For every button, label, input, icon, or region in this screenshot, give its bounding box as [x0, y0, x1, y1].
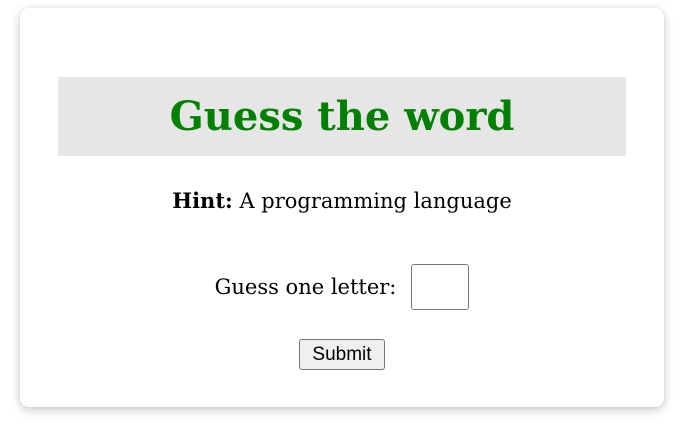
- hint-row: Hint: A programming language: [20, 188, 664, 213]
- hint-label: Hint:: [172, 188, 233, 213]
- page-title: Guess the word: [169, 92, 515, 140]
- submit-button[interactable]: Submit: [299, 339, 385, 370]
- title-banner: Guess the word: [58, 77, 626, 156]
- hint-text: A programming language: [239, 189, 512, 213]
- guess-row: Guess one letter:: [20, 264, 664, 310]
- guess-letter-input[interactable]: [411, 264, 470, 310]
- guess-label: Guess one letter:: [214, 275, 397, 299]
- game-card: Guess the word Hint: A programming langu…: [20, 8, 664, 407]
